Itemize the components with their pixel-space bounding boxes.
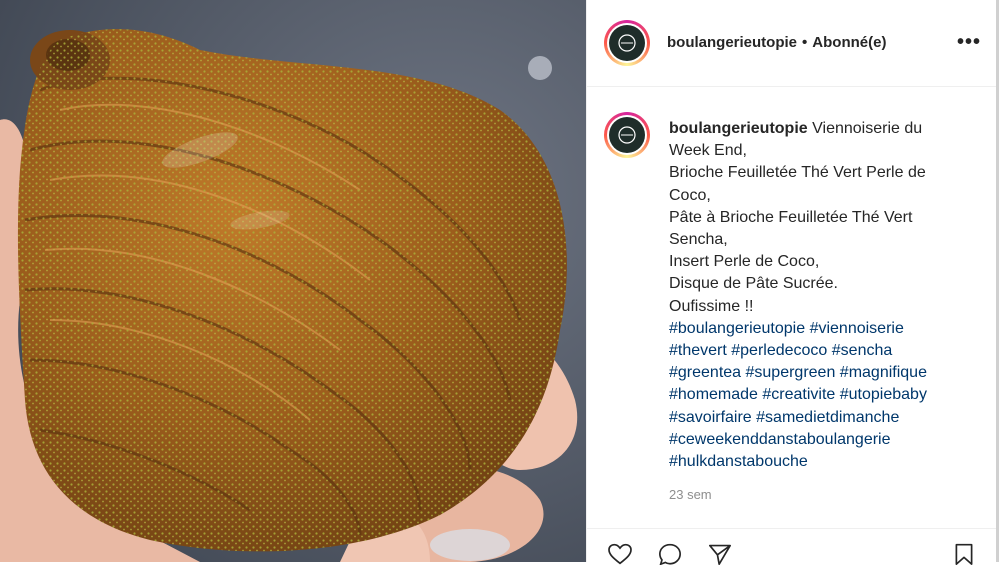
caption-avatar[interactable]	[604, 112, 650, 158]
bakery-logo-icon	[618, 34, 636, 52]
post-header: boulangerieutopie • Abonné(e) •••	[587, 0, 999, 87]
caption-line: Sencha,	[669, 231, 728, 249]
hashtag-line[interactable]: #savoirfaire #samedietdimanche	[669, 407, 989, 429]
caption-username-link[interactable]: boulangerieutopie	[669, 120, 808, 137]
post-photo[interactable]	[0, 0, 586, 562]
caption-line: Coco,	[669, 186, 711, 204]
caption-line: Brioche Feuilletée Thé Vert Perle de	[669, 164, 926, 182]
hashtag-line[interactable]: #hulkdanstabouche	[669, 451, 989, 473]
caption-line: Disque de Pâte Sucrée.	[669, 275, 838, 293]
caption-line: Oufissime !!	[669, 297, 754, 315]
caption-line: Week End,	[669, 142, 747, 160]
hashtag-line[interactable]: #boulangerieutopie #viennoiserie	[669, 318, 989, 340]
caption-line: Viennoiserie du	[812, 120, 923, 137]
separator-dot: •	[802, 34, 808, 51]
caption-text: boulangerieutopie Viennoiserie du Week E…	[669, 118, 989, 473]
avatar[interactable]	[604, 20, 650, 66]
bakery-logo-icon	[618, 126, 636, 144]
caption-line: Pâte à Brioche Feuilletée Thé Vert	[669, 208, 913, 226]
hashtag-line[interactable]: #greentea #supergreen #magnifique	[669, 362, 989, 384]
brioche-image	[0, 0, 586, 562]
username-link[interactable]: boulangerieutopie	[667, 34, 797, 51]
hashtag-line[interactable]: #thevert #perledecoco #sencha	[669, 340, 989, 362]
caption-section: boulangerieutopie Viennoiserie du Week E…	[587, 88, 999, 518]
caption-line: Insert Perle de Coco,	[669, 253, 820, 271]
hashtag-line[interactable]: #homemade #creativite #utopiebaby	[669, 384, 989, 406]
follow-status-button[interactable]: Abonné(e)	[812, 34, 886, 51]
hashtag-line[interactable]: #ceweekenddanstaboulangerie	[669, 429, 989, 451]
more-options-icon[interactable]: •••	[957, 30, 981, 54]
action-bar	[587, 528, 999, 565]
post-details-panel: boulangerieutopie • Abonné(e) ••• boulange…	[586, 0, 999, 565]
post-timestamp[interactable]: 23 sem	[669, 487, 712, 502]
header-username-line: boulangerieutopie • Abonné(e)	[667, 34, 886, 51]
